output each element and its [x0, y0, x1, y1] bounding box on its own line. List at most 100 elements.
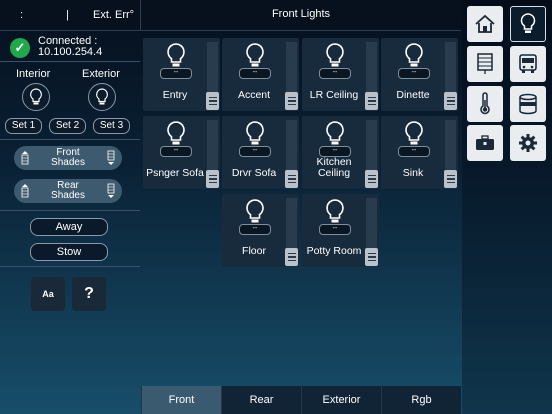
main-nav	[462, 0, 552, 414]
toolbox-icon	[476, 135, 494, 150]
nav-settings[interactable]	[510, 125, 546, 161]
thermometer-icon	[480, 92, 490, 115]
divider	[0, 266, 140, 267]
lightbulb-icon[interactable]	[244, 120, 266, 148]
lightbulb-icon[interactable]	[324, 198, 346, 226]
divider	[0, 61, 140, 62]
dimmer-handle-icon[interactable]	[365, 248, 378, 266]
light-name: Floor	[242, 245, 266, 257]
light-tile[interactable]: -- Accent	[222, 38, 299, 111]
dimmer-handle-icon[interactable]	[365, 170, 378, 188]
page-title: Front Lights	[141, 0, 461, 31]
interior-label: Interior	[16, 68, 51, 80]
light-level: --	[239, 224, 271, 235]
divider	[0, 139, 140, 140]
font-size-button[interactable]: Aa	[31, 277, 65, 311]
light-tile[interactable]: -- Potty Room	[302, 194, 379, 267]
light-name: Sink	[402, 167, 424, 179]
dimmer-handle-icon[interactable]	[285, 92, 298, 110]
light-level: --	[160, 68, 192, 79]
lightbulb-icon[interactable]	[244, 42, 266, 70]
light-tile[interactable]: -- LR Ceiling	[302, 38, 379, 111]
interior-light-toggle[interactable]	[22, 83, 50, 111]
nav-vehicle[interactable]	[510, 46, 546, 82]
set-1-button[interactable]: Set 1	[5, 118, 42, 134]
home-icon	[475, 14, 495, 33]
tab-front[interactable]: Front	[141, 386, 221, 414]
status-text-1: :	[20, 9, 24, 21]
tank-icon	[519, 93, 537, 115]
lightbulb-icon[interactable]	[244, 198, 266, 226]
dimmer-handle-icon[interactable]	[285, 170, 298, 188]
shade-down-icon[interactable]	[104, 182, 118, 200]
exterior-light-toggle[interactable]	[88, 83, 116, 111]
tab-rgb[interactable]: Rgb	[381, 386, 461, 414]
lightbulb-icon	[520, 13, 536, 33]
connected-check-icon: ✓	[10, 38, 30, 58]
light-level: --	[319, 224, 351, 235]
light-level: --	[160, 146, 192, 157]
lightbulb-icon	[30, 88, 42, 105]
dimmer-handle-icon[interactable]	[444, 92, 457, 110]
rear-shades-control[interactable]: Rear Shades	[14, 179, 122, 203]
dimmer-handle-icon[interactable]	[206, 170, 219, 188]
light-name: Drvr Sofa	[231, 167, 277, 179]
light-level: --	[239, 146, 271, 157]
light-level: --	[319, 68, 351, 79]
divider	[0, 210, 140, 211]
light-tile[interactable]: -- Sink	[381, 116, 458, 189]
light-name: Entry	[162, 89, 188, 101]
shade-down-icon[interactable]	[104, 149, 118, 167]
light-name: Potty Room	[306, 245, 362, 257]
nav-climate[interactable]	[467, 86, 503, 122]
set-2-button[interactable]: Set 2	[49, 118, 86, 134]
nav-shades[interactable]	[467, 46, 503, 82]
exterior-label: Exterior	[82, 68, 120, 80]
light-level: --	[398, 146, 430, 157]
lightbulb-icon	[96, 88, 108, 105]
dimmer-handle-icon[interactable]	[206, 92, 219, 110]
front-shades-control[interactable]: Front Shades	[14, 146, 122, 170]
bus-icon	[519, 54, 537, 73]
nav-tanks[interactable]	[510, 86, 546, 122]
dimmer-handle-icon[interactable]	[365, 92, 378, 110]
lightbulb-icon[interactable]	[324, 120, 346, 148]
tab-rear[interactable]: Rear	[221, 386, 301, 414]
light-tile[interactable]: -- Floor	[222, 194, 299, 267]
status-divider: |	[66, 9, 69, 21]
nav-home[interactable]	[467, 6, 503, 42]
lightbulb-icon[interactable]	[324, 42, 346, 70]
light-tile[interactable]: -- Drvr Sofa	[222, 116, 299, 189]
nav-tools[interactable]	[467, 125, 503, 161]
dimmer-handle-icon[interactable]	[444, 170, 457, 188]
light-tile[interactable]: -- Dinette	[381, 38, 458, 111]
rear-shades-label: Rear Shades	[51, 180, 85, 201]
zone-tabs: Front Rear Exterior Rgb	[141, 386, 461, 414]
ext-error-text: Ext. Err°	[93, 9, 135, 21]
light-level: --	[239, 68, 271, 79]
lightbulb-icon[interactable]	[403, 120, 425, 148]
light-tile[interactable]: -- Entry	[143, 38, 220, 111]
blinds-icon	[477, 53, 493, 74]
shade-up-icon[interactable]	[18, 182, 32, 200]
set-3-button[interactable]: Set 3	[93, 118, 130, 134]
top-status-bar: : | Ext. Err°	[0, 0, 141, 31]
light-name: Kitchen Ceiling	[316, 156, 352, 179]
lightbulb-icon[interactable]	[165, 42, 187, 70]
stow-button[interactable]: Stow	[30, 243, 108, 261]
light-tile[interactable]: -- Kitchen Ceiling	[302, 116, 379, 189]
nav-lights[interactable]	[510, 6, 546, 42]
gear-icon	[519, 134, 537, 152]
light-name: LR Ceiling	[309, 89, 359, 101]
light-name: Psnger Sofa	[146, 167, 204, 179]
light-tile[interactable]: -- Psnger Sofa	[143, 116, 220, 189]
tab-exterior[interactable]: Exterior	[301, 386, 381, 414]
shade-up-icon[interactable]	[18, 149, 32, 167]
help-button[interactable]: ?	[72, 277, 106, 311]
light-level: --	[398, 68, 430, 79]
light-name: Dinette	[396, 89, 430, 101]
away-button[interactable]: Away	[30, 218, 108, 236]
dimmer-handle-icon[interactable]	[285, 248, 298, 266]
lightbulb-icon[interactable]	[403, 42, 425, 70]
lightbulb-icon[interactable]	[165, 120, 187, 148]
